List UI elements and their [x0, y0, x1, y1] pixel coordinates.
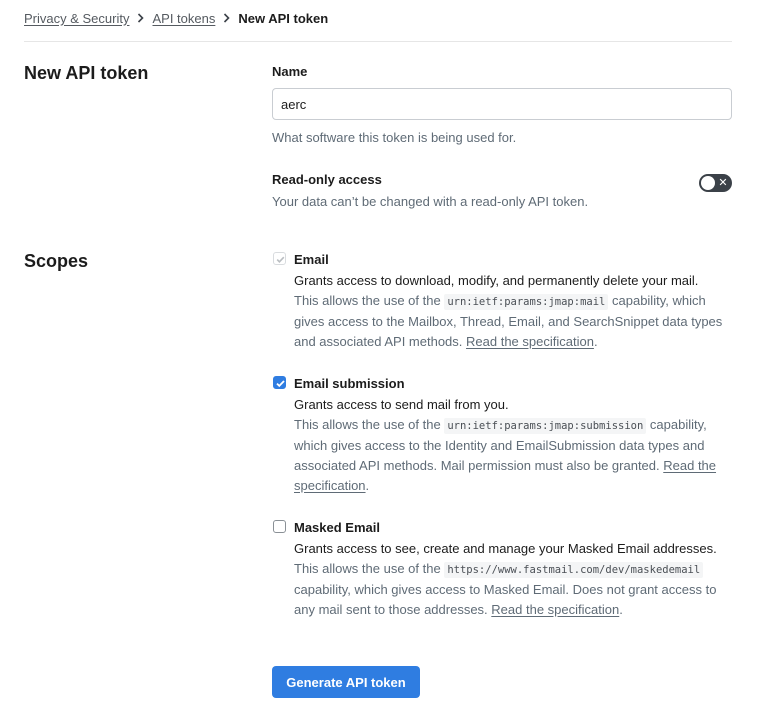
breadcrumb-link-privacy-security[interactable]: Privacy & Security [24, 11, 129, 26]
capability-code: https://www.fastmail.com/dev/maskedemail [444, 562, 704, 578]
scope-title: Email [294, 252, 329, 267]
name-label: Name [272, 64, 308, 79]
scope-title: Email submission [294, 376, 405, 391]
name-input[interactable] [272, 88, 732, 120]
scope-grants-text: Grants access to send mail from you. [294, 397, 509, 412]
scope-grants-text: Grants access to download, modify, and p… [294, 273, 699, 288]
readonly-label: Read-only access [272, 172, 382, 187]
breadcrumb: Privacy & Security API tokens New API to… [24, 8, 328, 28]
allows-prefix: This allows the use of the [294, 561, 441, 576]
readonly-toggle[interactable]: ✕ [699, 174, 732, 192]
capability-code: urn:ietf:params:jmap:submission [444, 418, 647, 434]
email-scope-checkbox[interactable] [273, 252, 286, 265]
allows-prefix: This allows the use of the [294, 417, 441, 432]
email-submission-scope-checkbox[interactable] [273, 376, 286, 389]
scope-description: Grants access to see, create and manage … [294, 539, 734, 620]
page-title: New API token [24, 63, 149, 83]
scope-description: Grants access to send mail from you. Thi… [294, 395, 734, 496]
scopes-title: Scopes [24, 251, 89, 271]
scope-allows-text: This allows the use of the urn:ietf:para… [294, 293, 723, 349]
scope-grants-text: Grants access to see, create and manage … [294, 541, 717, 556]
generate-api-token-button[interactable]: Generate API token [272, 666, 420, 698]
masked-email-scope-checkbox[interactable] [273, 520, 286, 533]
toggle-knob [701, 176, 715, 190]
check-icon [276, 256, 285, 263]
read-specification-link[interactable]: Read the specification [466, 334, 594, 349]
chevron-right-icon [215, 13, 238, 23]
scope-allows-text: This allows the use of the urn:ietf:para… [294, 417, 717, 493]
chevron-right-icon [129, 13, 152, 23]
breadcrumb-link-api-tokens[interactable]: API tokens [152, 11, 215, 26]
readonly-hint: Your data can’t be changed with a read-o… [272, 194, 589, 209]
allows-prefix: This allows the use of the [294, 293, 441, 308]
name-hint: What software this token is being used f… [272, 130, 517, 145]
capability-code: urn:ietf:params:jmap:mail [444, 294, 609, 310]
scope-allows-text: This allows the use of the https://www.f… [294, 561, 717, 617]
toggle-off-x-icon: ✕ [718, 177, 728, 189]
check-icon [276, 380, 285, 388]
scope-title: Masked Email [294, 520, 380, 535]
header-divider [24, 41, 732, 42]
read-specification-link[interactable]: Read the specification [491, 602, 619, 617]
scope-description: Grants access to download, modify, and p… [294, 271, 734, 352]
breadcrumb-current: New API token [238, 10, 329, 26]
